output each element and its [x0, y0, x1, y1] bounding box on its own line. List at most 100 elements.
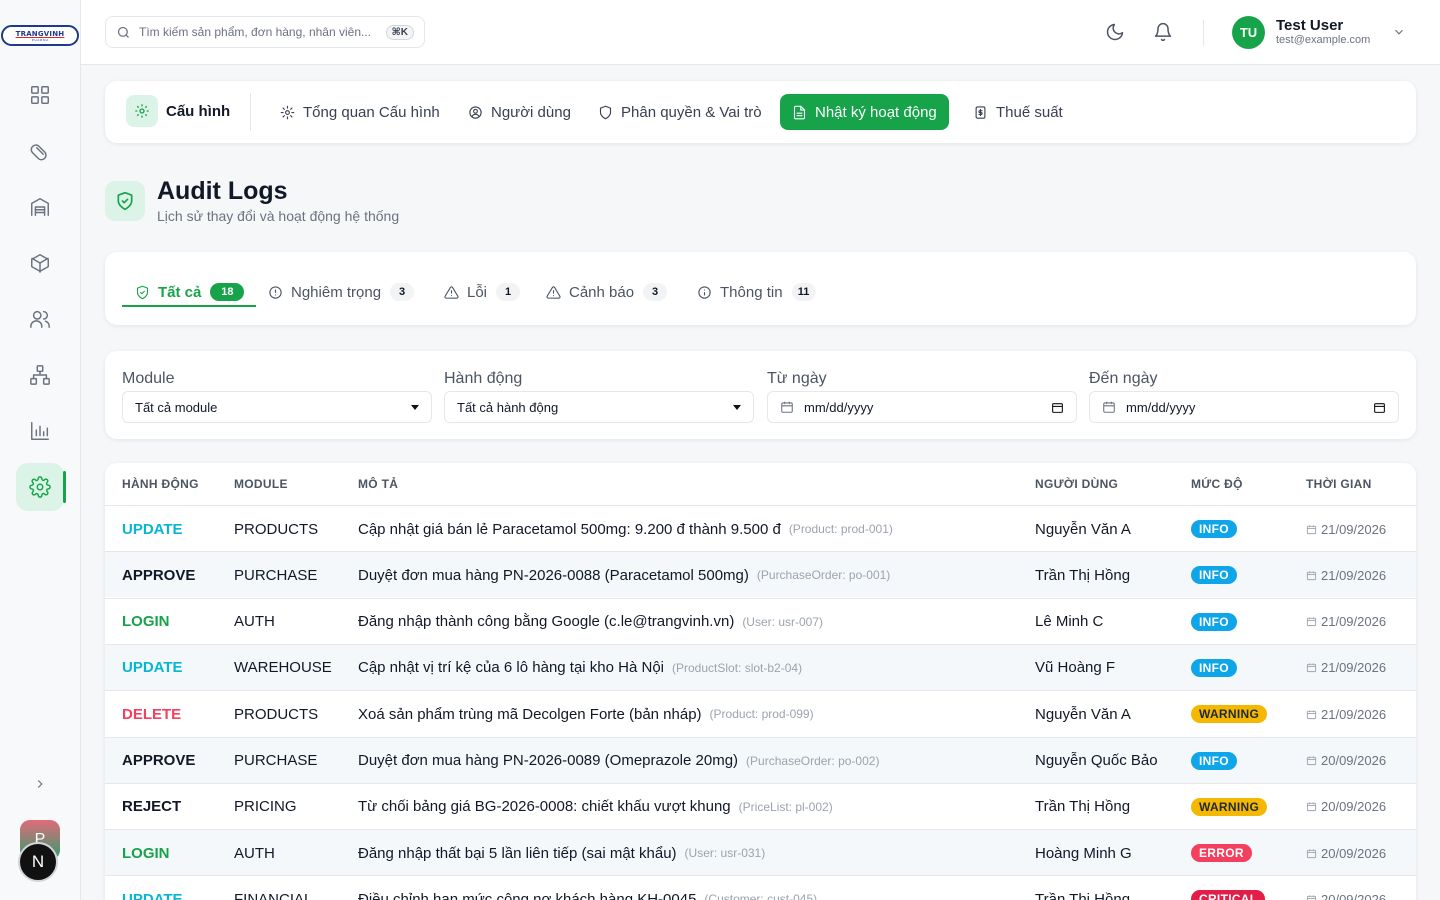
- user-avatar[interactable]: TU: [1232, 16, 1265, 49]
- alert-triangle-icon: [444, 285, 459, 299]
- tab-config-overview[interactable]: Tổng quan Cấu hình: [268, 94, 452, 130]
- to-date-label: Đến ngày: [1089, 370, 1158, 387]
- table-row[interactable]: LOGIN AUTH Đăng nhập thất bại 5 lần liên t…: [105, 829, 1416, 876]
- module-cell: PURCHASE: [234, 752, 318, 769]
- gear-icon: [135, 104, 149, 118]
- col-header-module[interactable]: MODULE: [234, 477, 288, 491]
- action-select[interactable]: Tất cả hành động: [444, 391, 754, 423]
- user-circle-icon: [469, 105, 482, 119]
- col-header-user[interactable]: NGƯỜI DÙNG: [1035, 477, 1118, 491]
- tab-label: Thông tin: [720, 283, 783, 301]
- calendar-icon: [1306, 710, 1317, 719]
- tab-roles-permissions[interactable]: Phân quyền & Vai trò: [586, 94, 774, 130]
- user-avatar-small[interactable]: N: [18, 842, 58, 882]
- table-row[interactable]: LOGIN AUTH Đăng nhập thành công bằng Googl…: [105, 597, 1416, 644]
- tab-users[interactable]: Người dùng: [456, 94, 583, 130]
- table-row[interactable]: REJECT PRICING Từ chối bảng giá BG-2026-00…: [105, 782, 1416, 829]
- sidebar-item-inventory[interactable]: [16, 239, 64, 287]
- from-date-input[interactable]: mm/dd/yyyy: [767, 391, 1077, 423]
- box-icon: [31, 254, 49, 273]
- notifications-button[interactable]: [1151, 20, 1175, 44]
- module-cell: AUTH: [234, 844, 275, 862]
- module-cell: PRICING: [234, 798, 297, 816]
- pill-icon: [30, 144, 47, 161]
- tab-label: Nghiêm trọng: [291, 283, 382, 301]
- user-menu-toggle[interactable]: [1392, 25, 1406, 39]
- action-filter-label: Hành động: [444, 370, 523, 387]
- user-cell: Nguyễn Văn A: [1035, 520, 1131, 538]
- level-badge: ERROR: [1191, 844, 1252, 863]
- col-header-action[interactable]: HÀNH ĐỘNG: [122, 477, 199, 491]
- tab-critical[interactable]: Nghiêm trọng 3: [268, 276, 415, 308]
- action-select-value: Tất cả hành động: [457, 399, 559, 415]
- bell-icon: [1154, 22, 1172, 42]
- brand-logo[interactable]: TRANGVINH P H A R M A: [1, 25, 79, 46]
- sidebar-item-warehouse[interactable]: [16, 183, 64, 231]
- level-cell: CRITICAL: [1191, 876, 1266, 900]
- shield-check-icon: [117, 191, 133, 211]
- module-cell: AUTH: [234, 613, 275, 631]
- action-cell: UPDATE: [122, 659, 183, 677]
- config-home[interactable]: Cấu hình: [126, 95, 230, 127]
- search-input[interactable]: Tìm kiếm sản phẩm, đơn hàng, nhân viên..…: [105, 16, 425, 48]
- warehouse-icon: [31, 198, 49, 216]
- table-row[interactable]: APPROVE PURCHASE Duyệt đơn mua hàng PN-202…: [105, 551, 1416, 598]
- col-header-level[interactable]: MỨC ĐỘ: [1191, 477, 1243, 491]
- time-cell: 20/09/2026: [1306, 738, 1386, 784]
- description-text: Điều chỉnh hạn mức công nợ khách hàng KH…: [358, 890, 697, 900]
- theme-toggle-button[interactable]: [1103, 20, 1127, 44]
- table-row[interactable]: UPDATE WAREHOUSE Cập nhật vị trí kệ của 6 …: [105, 643, 1416, 691]
- action-cell: REJECT: [122, 798, 182, 816]
- table-row[interactable]: UPDATE PRODUCTS Cập nhật giá bán lẻ Parace…: [105, 505, 1416, 551]
- description-cell: Duyệt đơn mua hàng PN-2026-0088 (Paracet…: [358, 552, 890, 598]
- tab-warning[interactable]: Cảnh báo 3: [546, 276, 668, 308]
- moon-icon: [1106, 23, 1124, 41]
- sidebar-item-organization[interactable]: [16, 351, 64, 399]
- action-cell: APPROVE: [122, 752, 196, 769]
- calendar-icon: [1306, 848, 1317, 858]
- tab-info[interactable]: Thông tin 11: [697, 276, 816, 308]
- entity-reference: (ProductSlot: slot-b2-04): [672, 660, 803, 675]
- col-header-time[interactable]: THỜI GIAN: [1306, 477, 1372, 491]
- user-name[interactable]: Test User: [1276, 17, 1343, 34]
- module-select[interactable]: Tất cả module: [122, 391, 432, 423]
- time-cell: 20/09/2026: [1306, 876, 1386, 900]
- sidebar-item-settings[interactable]: [16, 463, 66, 511]
- calendar-icon: [1306, 756, 1317, 766]
- sidebar-item-reports[interactable]: [16, 407, 64, 455]
- action-cell: APPROVE: [122, 566, 196, 584]
- severity-tabs: Tất cả 18 Nghiêm trọng 3 Lỗi 1 Cảnh báo …: [105, 252, 1416, 325]
- sidebar-item-dashboard[interactable]: [16, 71, 64, 119]
- to-date-input[interactable]: mm/dd/yyyy: [1089, 391, 1399, 423]
- module-select-value: Tất cả module: [135, 399, 218, 415]
- config-nav-divider: [250, 93, 251, 131]
- tab-tax-rates[interactable]: Thuế suất: [961, 94, 1075, 130]
- level-cell: INFO: [1191, 645, 1237, 691]
- time-cell: 21/09/2026: [1306, 552, 1386, 598]
- topbar: Tìm kiếm sản phẩm, đơn hàng, nhân viên..…: [81, 0, 1440, 65]
- config-home-label: Cấu hình: [166, 102, 231, 120]
- tab-error[interactable]: Lỗi 1: [444, 276, 521, 308]
- shield-check-icon: [136, 285, 149, 299]
- table-row[interactable]: UPDATE FINANCIAL Điều chỉnh hạn mức công n…: [105, 875, 1416, 900]
- table-row[interactable]: DELETE PRODUCTS Xoá sản phẩm trùng mã Deco…: [105, 690, 1416, 736]
- table-row[interactable]: APPROVE PURCHASE Duyệt đơn mua hàng PN-202…: [105, 736, 1416, 784]
- tab-all[interactable]: Tất cả 18: [135, 276, 245, 308]
- module-cell: WAREHOUSE: [234, 659, 332, 677]
- date-picker-icon[interactable]: [1373, 401, 1386, 414]
- from-date-value: mm/dd/yyyy: [804, 399, 874, 415]
- tab-activity-log[interactable]: Nhật ký hoạt động: [780, 94, 949, 130]
- to-date-value: mm/dd/yyyy: [1126, 399, 1196, 415]
- date-picker-icon[interactable]: [1051, 401, 1064, 414]
- entity-reference: (PurchaseOrder: po-002): [746, 753, 880, 768]
- description-text: Duyệt đơn mua hàng PN-2026-0089 (Omepraz…: [358, 752, 739, 769]
- level-badge: INFO: [1191, 566, 1237, 585]
- sidebar-item-products[interactable]: [16, 127, 64, 175]
- sidebar-expand-button[interactable]: [28, 772, 52, 796]
- module-cell: PRODUCTS: [234, 520, 319, 538]
- col-header-description[interactable]: MÔ TẢ: [358, 477, 398, 491]
- sidebar-item-customers[interactable]: [16, 295, 64, 343]
- page-subtitle: Lịch sử thay đổi và hoạt động hệ thống: [157, 208, 400, 224]
- module-cell: PURCHASE: [234, 566, 318, 584]
- user-cell: Lê Minh C: [1035, 613, 1104, 631]
